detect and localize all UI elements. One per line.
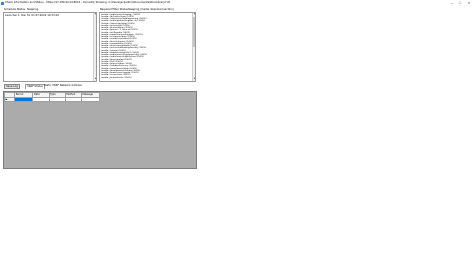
grid-cell-type[interactable] (48, 96, 66, 103)
task-status-list: /media: /audio/music/catalog: (100%)/med… (101, 14, 147, 79)
window-title: Check information and Status - https://1… (5, 1, 171, 5)
status-grid[interactable]: Period Date Type Method Message ▶ (3, 92, 101, 103)
log-vertical-scrollbar[interactable]: ▲ ▼ (93, 13, 96, 81)
task-status-panel[interactable]: /media: /audio/music/catalog: (100%)/med… (99, 12, 196, 82)
status-grid-area[interactable]: Period Date Type Method Message ▶ (3, 91, 197, 169)
grid-cell-message[interactable] (80, 96, 101, 103)
tasks-vertical-scrollbar[interactable]: ▲ ▼ (192, 13, 195, 81)
grid-cell-date[interactable] (32, 96, 50, 103)
save-log-button[interactable]: Save Log (4, 84, 20, 89)
app-icon (1, 1, 4, 5)
schedule-log-line: Launcher 1: Run for 01:07:2022 10:33:20 (5, 14, 59, 17)
row-marker-icon[interactable]: ▶ (3, 96, 16, 103)
scroll-thumb[interactable] (193, 17, 195, 47)
scroll-down-icon[interactable]: ▼ (193, 78, 195, 81)
list-item: /media: /animals/cats (100%) (101, 76, 132, 79)
scroll-up-icon[interactable]: ▲ (94, 13, 96, 16)
grid-cell-method[interactable] (64, 96, 82, 103)
schedule-status-value: Sleeping (27, 8, 39, 11)
filter-status-label: Required Filter Status (100, 8, 128, 11)
minimize-button[interactable]: — (449, 1, 455, 5)
schedule-status-label: Schedule Status (4, 8, 26, 11)
title-bar: Check information and Status - https://1… (0, 0, 474, 6)
scroll-up-icon[interactable]: ▲ (193, 13, 195, 16)
table-row[interactable]: ▶ (3, 96, 101, 103)
tab-static-xsrf-network-address[interactable]: Static XSRF Network Address (43, 84, 83, 88)
tab-xsrf-status[interactable]: XSRF Status (25, 84, 45, 89)
maximize-button[interactable]: ☐ (457, 1, 463, 5)
close-button[interactable]: ✕ (466, 1, 472, 5)
filter-status-value: Sleeping (media download section) (128, 8, 174, 11)
scroll-down-icon[interactable]: ▼ (94, 78, 96, 81)
schedule-log-panel[interactable]: Launcher 1: Run for 01:07:2022 10:33:20 … (3, 12, 97, 82)
grid-cell-period[interactable] (14, 96, 34, 103)
